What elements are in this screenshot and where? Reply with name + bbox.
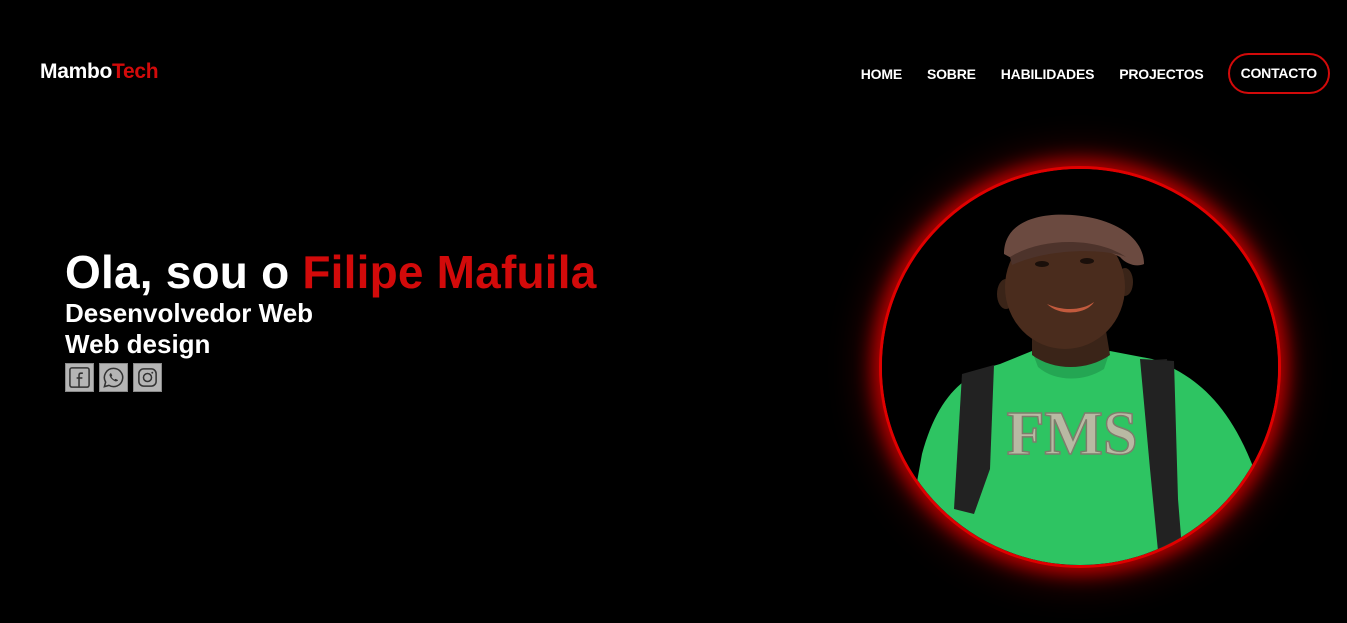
instagram-icon xyxy=(136,366,159,389)
main-nav: HOME SOBRE HABILIDADES PROJECTOS CONTACT… xyxy=(861,53,1330,94)
nav-link-habilidades[interactable]: HABILIDADES xyxy=(1001,66,1095,82)
contact-button[interactable]: CONTACTO xyxy=(1227,53,1330,94)
nav-link-home[interactable]: HOME xyxy=(861,66,902,82)
logo-main-text: Mambo xyxy=(40,60,113,83)
hero-greeting: Ola, sou o xyxy=(65,246,290,298)
hero-role-1: Desenvolvedor Web xyxy=(65,298,314,328)
hero-role-2: Web design xyxy=(65,329,211,359)
logo[interactable]: MamboTech xyxy=(40,60,159,84)
shirt-text: FMS xyxy=(1007,400,1138,468)
whatsapp-link[interactable] xyxy=(99,363,128,392)
facebook-link[interactable] xyxy=(65,363,94,392)
hero-section: Ola, sou o Filipe Mafuila Desenvolvedor … xyxy=(65,246,597,392)
nav-link-projectos[interactable]: PROJECTOS xyxy=(1119,66,1204,82)
profile-photo: FMS xyxy=(879,166,1281,568)
logo-accent-text: Tech xyxy=(112,60,159,83)
profile-photo-illustration: FMS xyxy=(882,169,1278,565)
hero-title: Ola, sou o Filipe Mafuila xyxy=(65,246,597,298)
hero-name: Filipe Mafuila xyxy=(302,246,597,298)
instagram-link[interactable] xyxy=(133,363,162,392)
whatsapp-icon xyxy=(102,366,125,389)
facebook-icon xyxy=(68,366,91,389)
nav-link-sobre[interactable]: SOBRE xyxy=(927,66,976,82)
page: MamboTech HOME SOBRE HABILIDADES PROJECT… xyxy=(0,0,1347,623)
social-links xyxy=(65,363,597,392)
